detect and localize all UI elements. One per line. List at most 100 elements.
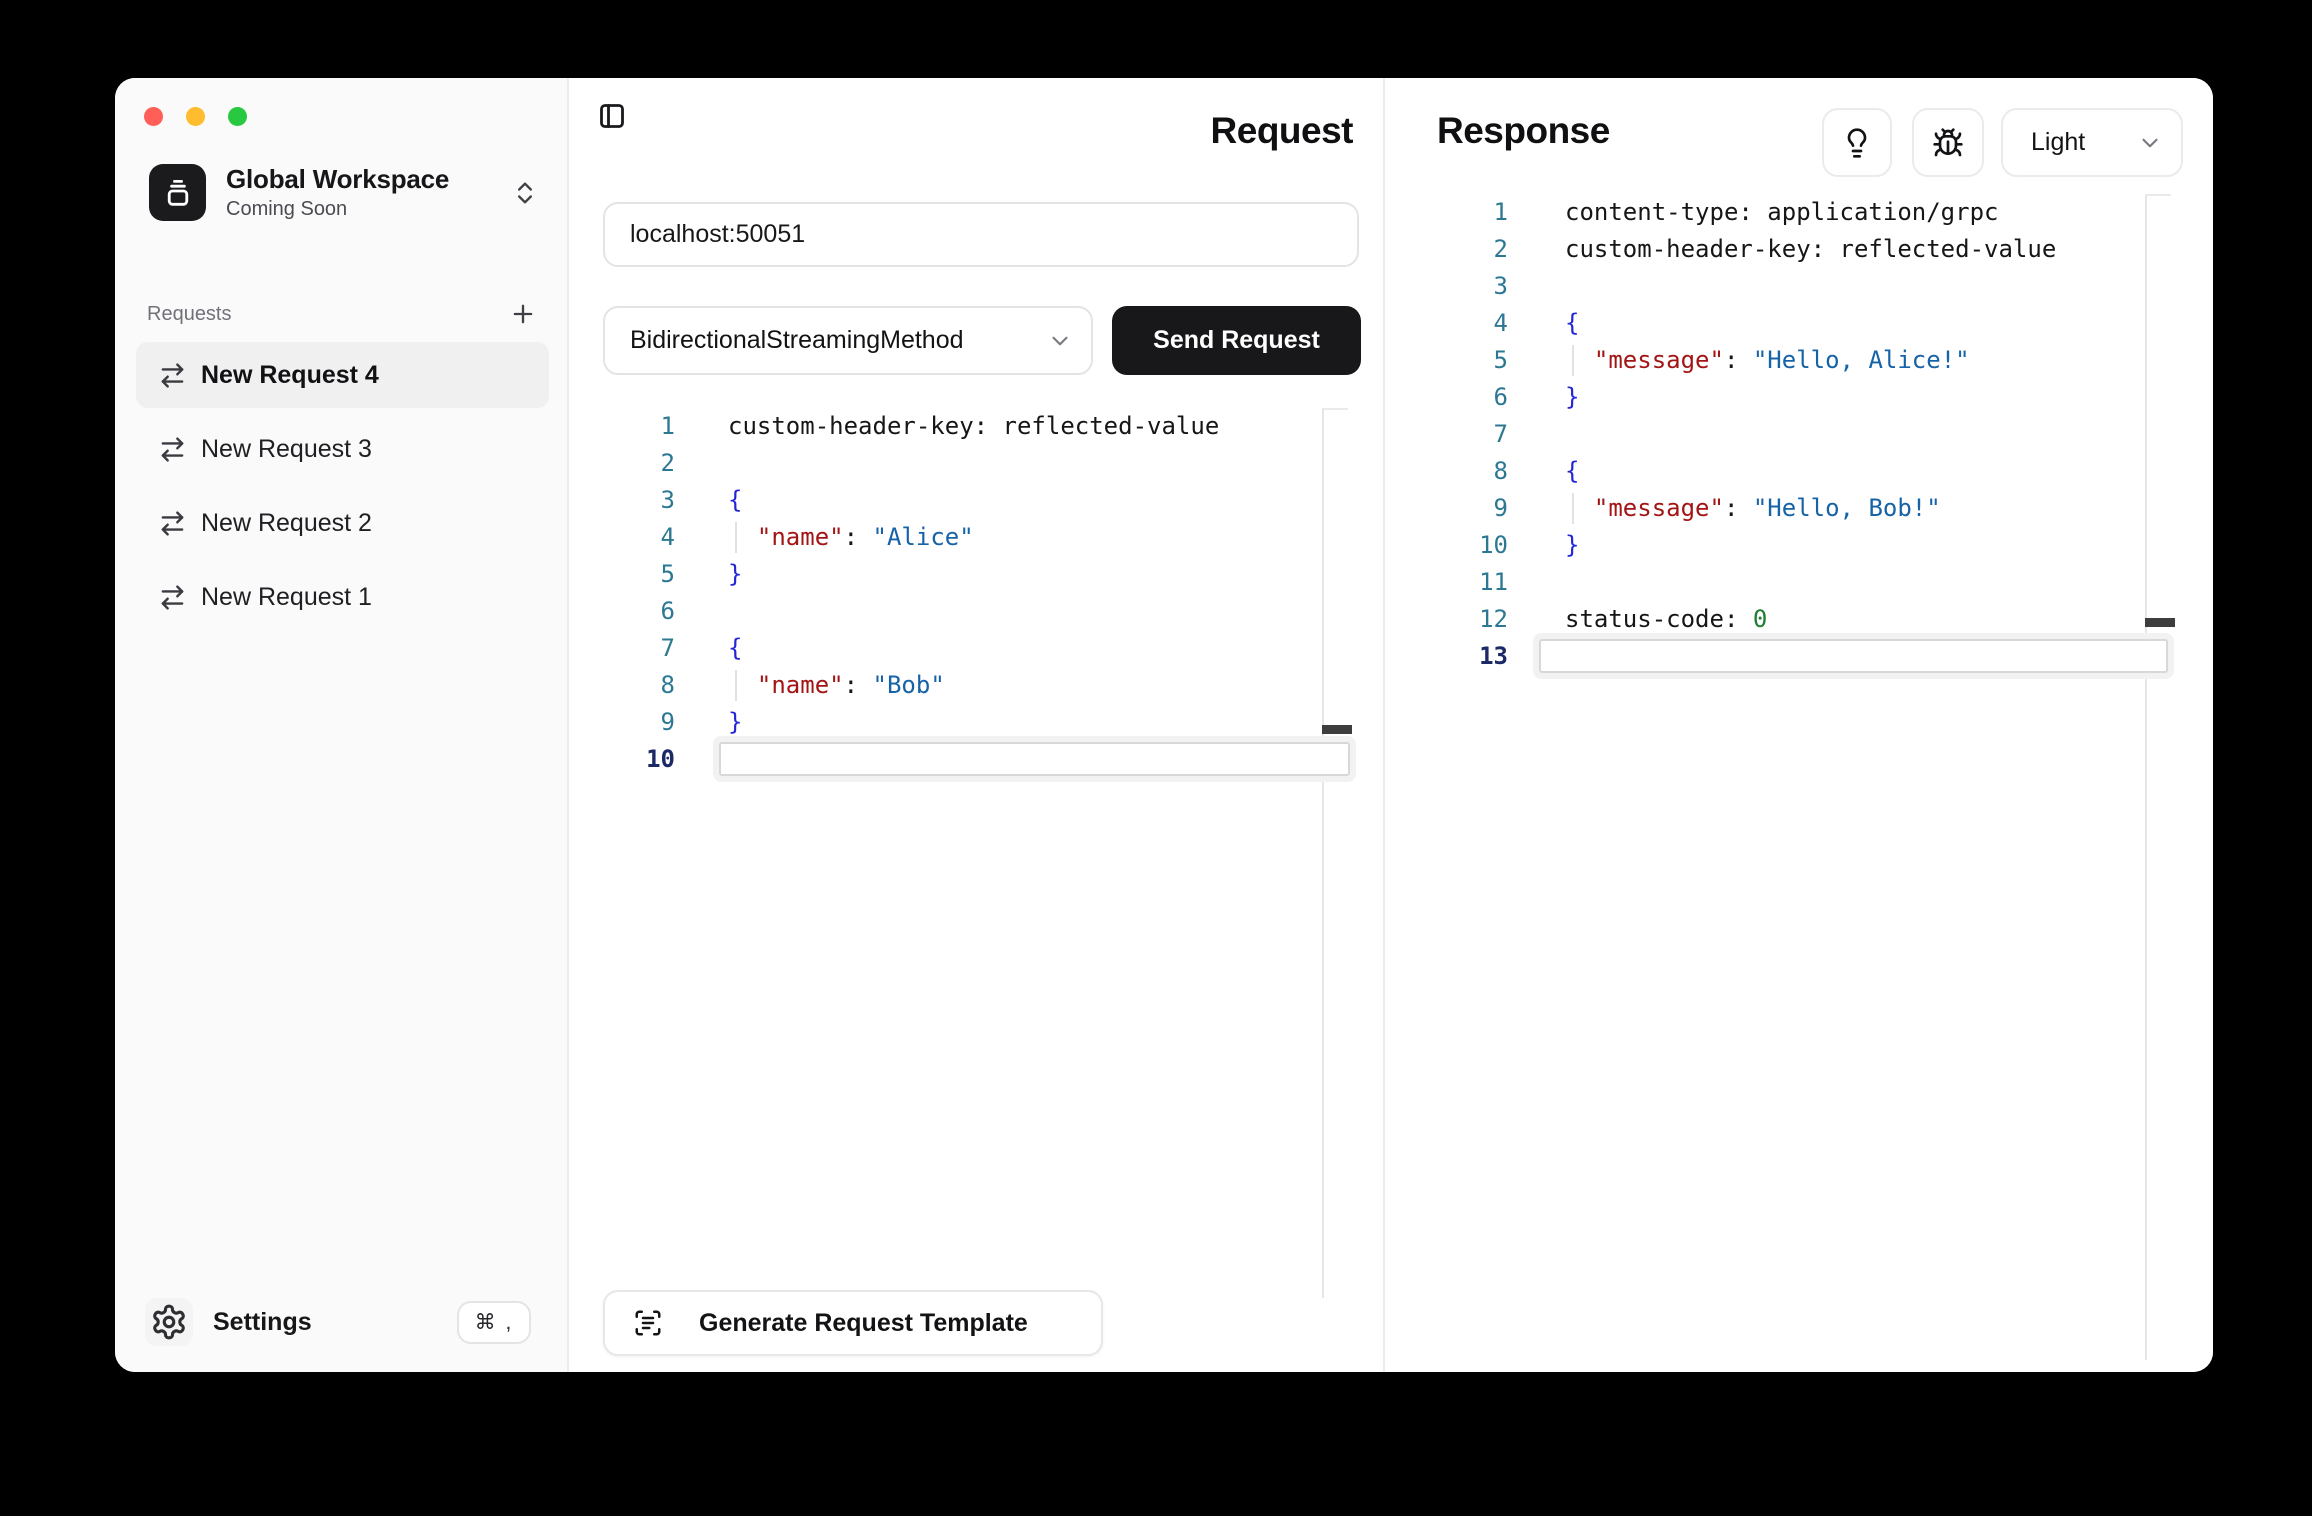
workspace-text: Global Workspace Coming Soon [226, 164, 449, 221]
code-line-3[interactable]: 3{ [569, 482, 1383, 519]
code-line-4[interactable]: 4 "name": "Alice" [569, 519, 1383, 556]
code-line-5[interactable]: 5 "message": "Hello, Alice!" [1385, 342, 2213, 379]
code-line-3[interactable]: 3 [1385, 268, 2213, 305]
close-window-button[interactable] [144, 107, 163, 126]
arrow-right-left-icon [158, 435, 187, 464]
line-number: 13 [1385, 638, 1508, 675]
code-content: } [728, 556, 742, 593]
code-line-8[interactable]: 8 "name": "Bob" [569, 667, 1383, 704]
response-editor[interactable]: 1 content-type: application/grpc2custom-h… [1385, 194, 2213, 1372]
hint-button[interactable] [1822, 108, 1892, 177]
active-line-box[interactable] [1539, 639, 2168, 673]
window-controls [144, 107, 247, 126]
line-number: 2 [1385, 231, 1508, 268]
code-line-10[interactable]: 10} [1385, 527, 2213, 564]
code-line-9[interactable]: 9} [569, 704, 1383, 741]
code-content: "name": "Bob" [728, 667, 945, 704]
app-window: Global Workspace Coming Soon Requests [115, 78, 2213, 1372]
toggle-sidebar-button[interactable] [598, 102, 626, 130]
generate-request-template-button[interactable]: Generate Request Template [603, 1290, 1103, 1356]
workspace-archive-icon [149, 164, 206, 221]
line-number: 9 [569, 704, 675, 741]
line-number: 1 [1385, 194, 1508, 231]
arrow-right-left-icon [158, 361, 187, 390]
line-number: 9 [1385, 490, 1508, 527]
bug-icon [1932, 127, 1964, 159]
code-line-4[interactable]: 4{ [1385, 305, 2213, 342]
requests-label: Requests [147, 303, 232, 326]
code-line-5[interactable]: 5} [569, 556, 1383, 593]
lightbulb-icon [1841, 127, 1873, 159]
settings-shortcut-badge: ⌘ , [457, 1301, 531, 1344]
gear-icon [145, 1298, 193, 1346]
code-content: { [1565, 453, 1579, 490]
line-number: 4 [569, 519, 675, 556]
line-number: 2 [569, 445, 675, 482]
line-number: 7 [569, 630, 675, 667]
line-number: 10 [1385, 527, 1508, 564]
code-line-6[interactable]: 6 [569, 593, 1383, 630]
sidebar-item-request-3[interactable]: New Request 3 [136, 416, 549, 482]
code-line-2[interactable]: 2 [569, 445, 1383, 482]
line-number: 8 [1385, 453, 1508, 490]
method-select[interactable]: BidirectionalStreamingMethod [603, 306, 1093, 375]
code-content: } [728, 704, 742, 741]
code-line-8[interactable]: 8{ [1385, 453, 2213, 490]
request-item-label: New Request 1 [201, 583, 372, 612]
code-line-9[interactable]: 9 "message": "Hello, Bob!" [1385, 490, 2213, 527]
theme-select[interactable]: Light [2001, 108, 2183, 177]
code-content: content-type: application/grpc [1565, 194, 1998, 231]
chevron-down-icon [1047, 328, 1073, 354]
code-content: } [1565, 527, 1579, 564]
requests-list: New Request 4 New Request 3 New Request 2 N… [136, 342, 549, 638]
line-number: 3 [569, 482, 675, 519]
workspace-title: Global Workspace [226, 164, 449, 195]
chevron-down-icon [2137, 130, 2163, 156]
code-line-1[interactable]: 1 content-type: application/grpc [1385, 194, 2213, 231]
maximize-window-button[interactable] [228, 107, 247, 126]
code-line-6[interactable]: 6} [1385, 379, 2213, 416]
theme-select-value: Light [2031, 128, 2085, 157]
scan-text-icon [633, 1308, 663, 1338]
line-number: 10 [569, 741, 675, 778]
request-panel-title: Request [1211, 110, 1353, 152]
request-editor[interactable]: 1custom-header-key: reflected-value23{4 … [569, 408, 1383, 1318]
request-panel: Request BidirectionalStreamingMethod Sen… [569, 78, 1385, 1372]
workspace-subtitle: Coming Soon [226, 198, 449, 221]
line-number: 5 [569, 556, 675, 593]
code-content: { [1565, 305, 1579, 342]
code-line-1[interactable]: 1custom-header-key: reflected-value [569, 408, 1383, 445]
code-content: "message": "Hello, Bob!" [1565, 490, 1941, 527]
code-content: { [728, 630, 742, 667]
panel-left-icon [598, 102, 626, 130]
active-line-box[interactable] [719, 742, 1350, 776]
sidebar-item-request-2[interactable]: New Request 2 [136, 490, 549, 556]
settings-button[interactable]: Settings ⌘ , [145, 1287, 531, 1357]
server-url-input[interactable] [603, 202, 1359, 267]
workspace-selector[interactable]: Global Workspace Coming Soon [149, 164, 539, 221]
line-number: 5 [1385, 342, 1508, 379]
code-line-13[interactable]: 13 [1385, 638, 2213, 675]
debug-button[interactable] [1912, 108, 1984, 177]
sidebar-item-request-4[interactable]: New Request 4 [136, 342, 549, 408]
chevrons-up-down-icon [511, 179, 539, 207]
code-line-10[interactable]: 10 [569, 741, 1383, 778]
line-number: 11 [1385, 564, 1508, 601]
send-request-button[interactable]: Send Request [1112, 306, 1361, 375]
minimize-window-button[interactable] [186, 107, 205, 126]
code-content: "message": "Hello, Alice!" [1565, 342, 1970, 379]
line-number: 3 [1385, 268, 1508, 305]
code-line-2[interactable]: 2custom-header-key: reflected-value [1385, 231, 2213, 268]
code-line-7[interactable]: 7 [1385, 416, 2213, 453]
line-number: 12 [1385, 601, 1508, 638]
code-content: "name": "Alice" [728, 519, 974, 556]
line-number: 4 [1385, 305, 1508, 342]
code-content: } [1565, 379, 1579, 416]
sidebar-item-request-1[interactable]: New Request 1 [136, 564, 549, 630]
code-line-7[interactable]: 7{ [569, 630, 1383, 667]
arrow-right-left-icon [158, 509, 187, 538]
add-request-button[interactable] [509, 300, 537, 328]
code-line-11[interactable]: 11 [1385, 564, 2213, 601]
code-line-12[interactable]: 12status-code: 0 [1385, 601, 2213, 638]
response-panel-title: Response [1437, 110, 1610, 152]
